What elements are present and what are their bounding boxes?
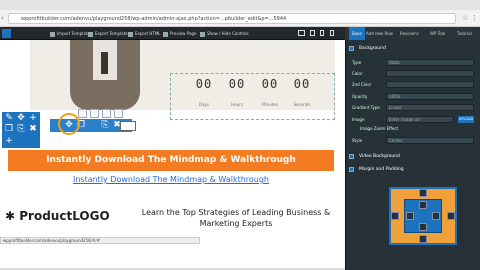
trash-icon[interactable]: ✖ — [28, 124, 38, 134]
video-checkbox[interactable] — [349, 154, 354, 159]
margin-top-input[interactable] — [419, 189, 427, 197]
status-bar-url: wpprofitbuilder.com/adenvu/playground258… — [0, 237, 200, 244]
wp-tool-tab[interactable]: WP Tool — [430, 27, 445, 40]
opacity-field[interactable]: 100% — [386, 93, 474, 100]
type-select[interactable]: Static — [386, 59, 474, 66]
margin-checkbox[interactable] — [349, 167, 354, 172]
countdown-days: 00 Days — [195, 77, 213, 107]
menu-icon[interactable]: ⋮ — [471, 13, 478, 23]
export-template-button[interactable]: Export Template — [88, 27, 128, 40]
gradient-type-select[interactable]: Linear — [386, 104, 474, 111]
save-tab[interactable]: Save — [349, 27, 365, 40]
show-hide-controls-button[interactable]: Show / Hide Controls — [200, 27, 249, 40]
cursor-highlight — [58, 113, 80, 135]
image-zoom-label[interactable]: Image Zoom Effect — [360, 125, 398, 132]
image-label: Image — [352, 117, 365, 122]
cta-download-link[interactable]: Instantly Download The Mindmap & Walkthr… — [8, 175, 334, 184]
mobile-small-view-icon[interactable] — [330, 30, 334, 36]
eye-icon — [163, 31, 168, 37]
background-section-header[interactable]: Background — [349, 44, 386, 53]
color-label: Color — [352, 71, 363, 76]
add-icon[interactable]: + — [28, 113, 38, 123]
strip-copy-icon[interactable]: ⎘ — [100, 120, 110, 130]
color-field[interactable] — [386, 70, 474, 77]
upload-icon — [50, 31, 55, 37]
person-tie — [101, 52, 108, 74]
mobile-view-icon[interactable] — [320, 30, 324, 36]
download-icon — [88, 31, 93, 37]
copy-icon[interactable]: ⎘ — [16, 124, 26, 134]
duplicate-icon[interactable]: ❐ — [4, 124, 14, 134]
drag-handle-2[interactable] — [90, 109, 99, 118]
margin-left-input[interactable] — [391, 212, 399, 220]
background-checkbox[interactable] — [349, 46, 354, 51]
export-html-button[interactable]: Export HTML — [128, 27, 161, 40]
tagline: Learn the Top Strategies of Leading Busi… — [141, 208, 331, 228]
add-new-row-tab[interactable]: Add new Row — [366, 27, 393, 40]
wp-logo-icon[interactable] — [2, 29, 11, 38]
toggle-icon — [200, 31, 205, 37]
second-color-label: 2nd Color — [352, 82, 372, 87]
drag-handle-3[interactable] — [102, 109, 111, 118]
countdown-minutes: 00 Minutes — [261, 77, 279, 107]
address-bar[interactable]: wpprofitbuilder.com/adenvu/playground258… — [8, 13, 456, 24]
browser-tab-strip — [0, 0, 480, 10]
product-logo: ✱ ProductLOGO — [5, 209, 110, 223]
padding-bottom-input[interactable] — [419, 223, 427, 231]
margin-padding-header[interactable]: Margin and Padding — [349, 165, 404, 174]
style-label: Style — [352, 138, 363, 143]
placeholder-field[interactable] — [120, 121, 136, 131]
drag-handle-4[interactable] — [114, 109, 123, 118]
margin-bottom-input[interactable] — [419, 235, 427, 243]
second-color-field[interactable] — [386, 81, 474, 88]
padding-top-input[interactable] — [419, 201, 427, 209]
logo-snowflake-icon: ✱ — [5, 209, 16, 223]
preview-page-button[interactable]: Preview Page — [163, 27, 197, 40]
opacity-label: Opacity — [352, 94, 368, 99]
video-background-header[interactable]: Video Background — [349, 152, 400, 161]
tablet-view-icon[interactable] — [310, 30, 315, 36]
style-select[interactable]: Center — [386, 137, 474, 144]
star-icon[interactable]: ☆ — [462, 13, 468, 23]
desktop-view-icon[interactable] — [298, 30, 305, 36]
countdown-hours: 00 Hours — [228, 77, 246, 107]
cta-download-button[interactable]: Instantly Download The Mindmap & Walkthr… — [8, 150, 334, 171]
revisions-tab[interactable]: Revisions — [400, 27, 419, 40]
image-url-input[interactable]: Enter image url — [386, 116, 454, 123]
back-arrow-icon[interactable]: ‹ — [1, 13, 4, 23]
padding-left-input[interactable] — [406, 212, 414, 220]
edit-pencil-icon[interactable]: ✎ — [4, 113, 14, 123]
settings-icon[interactable]: + — [4, 136, 14, 146]
padding-right-input[interactable] — [432, 212, 440, 220]
upload-button[interactable]: UPLOAD — [458, 116, 474, 123]
tutorial-tab[interactable]: Tutorial — [457, 27, 472, 40]
code-icon — [128, 31, 133, 37]
gradient-type-label: Gradient Type — [352, 105, 380, 110]
margin-right-input[interactable] — [447, 212, 455, 220]
drag-handle-1[interactable] — [78, 109, 87, 118]
countdown-seconds: 00 Seconds — [293, 77, 311, 107]
import-template-button[interactable]: Import Template — [50, 27, 90, 40]
move-icon[interactable]: ✥ — [16, 113, 26, 123]
type-label: Type — [352, 60, 362, 65]
